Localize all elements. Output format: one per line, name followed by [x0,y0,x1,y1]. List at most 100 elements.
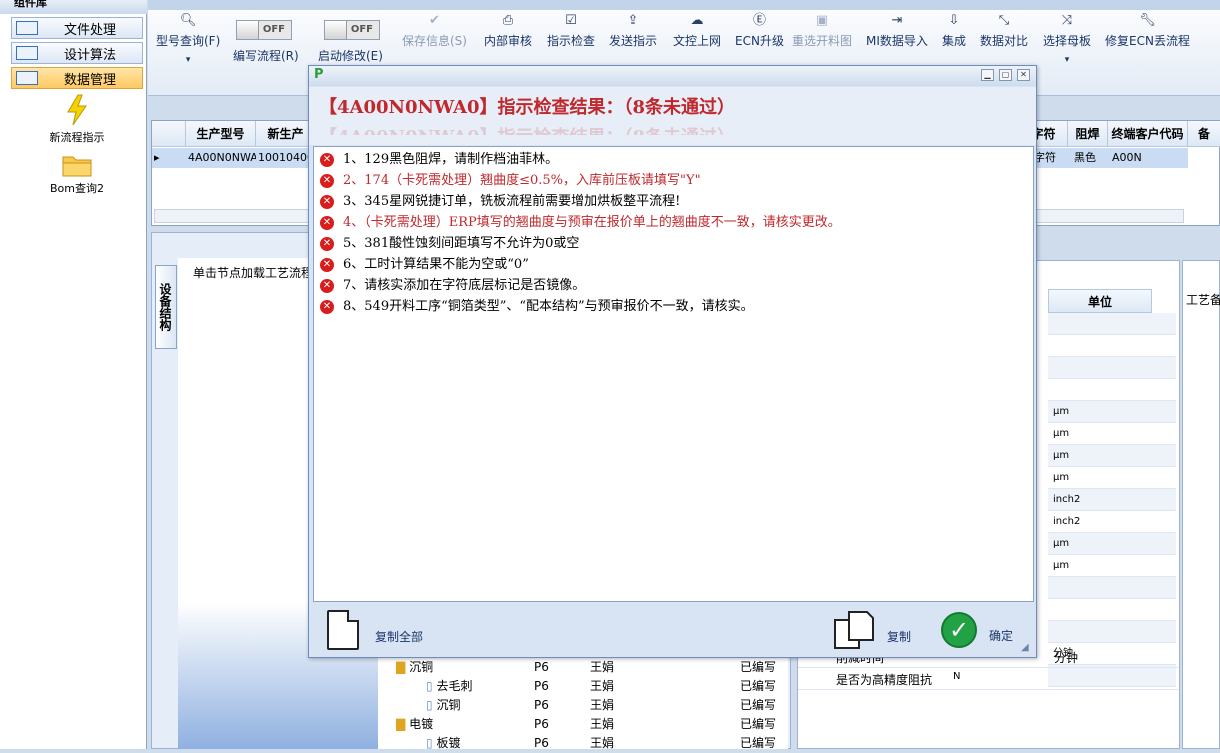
tree-person: 王娟 [590,736,615,750]
unit-cell [1048,335,1176,357]
message-list[interactable]: ✕ 1、129黑色阻焊，请制作档油菲林。 ✕ 2、174（卡死需处理）翘曲度≤0.5%… [313,146,1034,602]
upload-icon: ⇪ [627,13,639,28]
reselect-cutting-image-button[interactable]: ▣ 重选开料图 [792,10,852,49]
save-info-button[interactable]: ✔ 保存信息(S) [402,10,467,49]
message-item: ✕ 4、（卡死需处理）ERP填写的翘曲度与预审在报价单上的翘曲度不一致，请核实更改… [320,212,841,233]
unit-cell [1048,379,1176,401]
write-process-toggle[interactable]: OFF [236,20,292,40]
copy-icon [834,611,874,649]
unit-cell [1048,313,1176,335]
document-icon [327,610,359,650]
copy-all-button[interactable]: 复制全部 [327,610,423,650]
copy-button[interactable]: 复制 [833,610,911,650]
unit-cell: inch2 [1048,489,1176,511]
repair-ecn-process-button[interactable]: 🔧︎ 修复ECN丢流程 [1105,10,1190,49]
data-compare-button[interactable]: ⤡ 数据对比 [980,10,1028,49]
tree-node[interactable]: ▯ 沉铜 [426,696,460,715]
maximize-icon[interactable]: ▢ [999,69,1012,81]
grid-header[interactable]: 新生产 [256,121,316,147]
tree-node[interactable]: ▯ 去毛刺 [426,677,472,696]
unit-cell: μm [1048,423,1176,445]
search-icon: 🔍︎ [179,13,197,28]
doc-control-upload-button[interactable]: ☁ 文控上网 [673,10,721,49]
tree-person: 王娟 [590,717,615,731]
message-text: 2、174（卡死需处理）翘曲度≤0.5%，入库前压板请填写"Y" [343,173,701,188]
nav-item-file-processing[interactable]: 文件处理 [11,17,143,39]
mi-data-import-button[interactable]: ⇥ MI数据导入 [866,10,928,49]
tree-person: 王娟 [590,660,615,674]
folder-icon [62,156,92,177]
nav-item-design-algorithm[interactable]: 设计算法 [11,42,143,64]
download-icon: ⇩ [948,13,960,28]
tree-code: P6 [534,736,549,750]
shortcut-label: Bom查询2 [50,182,104,195]
tree-person: 王娟 [590,698,615,712]
document-icon: ▯ [426,679,433,693]
message-item: ✕ 6、工时计算结果不能为空或“0” [320,254,529,275]
app-logo-icon: P [314,67,324,82]
minimize-icon[interactable]: ▁ [981,69,994,81]
row-indicator-icon: ▸ [154,151,160,164]
nav-item-data-management[interactable]: 数据管理 [11,67,143,89]
grid-header[interactable]: 备 [1188,121,1220,147]
tree-node[interactable]: ▇ 电镀 [396,715,433,734]
grid-cell: 4A00N0NWA0 [188,151,256,164]
param-value: N [953,671,961,682]
unit-cell: μm [1048,401,1176,423]
tree-node[interactable]: ▇ 沉铜 [396,658,433,677]
grid-header[interactable]: 生产型号 [186,121,256,147]
check-result-dialog: P ▁ ▢ ✕ 【4A00N0NWA0】指示检查结果：（8条未通过） 【4A00… [308,65,1037,658]
error-icon: ✕ [320,257,334,272]
model-query-button[interactable]: 🔍︎ 型号查询(F) ▾ [156,10,220,65]
message-text: 5、381酸性蚀刻间距填写不允许为0或空 [343,236,580,251]
instruction-check-button[interactable]: ☑ 指示检查 [547,10,595,49]
process-notes-header: 工艺备 [1186,293,1220,307]
compare-icon: ⤡ [998,13,1010,28]
close-icon[interactable]: ✕ [1017,69,1030,81]
ecn-icon: Ⓔ [752,13,766,28]
integrate-button[interactable]: ⇩ 集成 [942,10,966,49]
resize-grip-icon[interactable]: ◢ [1021,642,1029,653]
dialog-header: 【4A00N0NWA0】指示检查结果：（8条未通过） 【4A00N0NWA0】指… [309,87,1036,145]
ecn-upgrade-button[interactable]: Ⓔ ECN升级 [735,10,784,49]
shortcut-bom-query[interactable]: Bom查询2 [30,153,124,196]
message-item: ✕ 5、381酸性蚀刻间距填写不允许为0或空 [320,233,579,254]
tab-equipment-structure[interactable]: 设备结构 [155,265,177,349]
shortcut-label: 新流程指示 [49,131,105,144]
write-process-label: 编写流程(R) [233,49,299,63]
message-text: 4、（卡死需处理）ERP填写的翘曲度与预审在报价单上的翘曲度不一致，请核实更改。 [343,215,841,230]
grid-cell: A00N [1112,151,1142,164]
error-icon: ✕ [320,236,334,251]
unit-cell: μm [1048,533,1176,555]
unit-cell: μm [1048,445,1176,467]
message-text: 1、129黑色阻焊，请制作档油菲林。 [343,152,559,167]
error-icon: ✕ [320,152,334,167]
left-nav-header: 组件库 [0,0,147,14]
unit-cell [1048,621,1176,643]
error-icon: ✕ [320,173,334,188]
tree-person: 王娟 [590,679,615,693]
ok-button[interactable]: ✓ 确定 [941,612,1013,648]
tree-status: 已编写 [740,660,777,674]
image-icon: ▣ [815,13,829,28]
grid-header[interactable]: 阻焊 [1068,121,1108,147]
select-motherboard-button[interactable]: ⤨ 选择母板 ▾ [1043,10,1091,65]
unit-column-header[interactable]: 单位 [1048,289,1152,313]
message-item: ✕ 1、129黑色阻焊，请制作档油菲林。 [320,149,558,170]
grid-cell: 字符 [1034,151,1056,164]
table-row[interactable]: 是否为高精度阻抗 N [798,668,1178,690]
check-icon: ✔ [429,13,440,28]
tree-code: P6 [534,698,549,712]
chevron-down-icon: ▾ [1064,55,1070,65]
process-notes-panel: 工艺备 [1182,260,1220,749]
dialog-titlebar[interactable]: P ▁ ▢ ✕ [309,66,1036,86]
document-icon: ▯ [426,698,433,712]
start-edit-toggle[interactable]: OFF [324,20,380,40]
grid-header[interactable]: 终端客户代码 [1108,121,1188,147]
send-instruction-button[interactable]: ⇪ 发送指示 [609,10,657,49]
folder-icon: ▇ [396,660,406,674]
shortcut-new-process[interactable]: 新流程指示 [30,94,124,145]
unit-cell: μm [1048,555,1176,577]
internal-review-button[interactable]: ⎙ 内部审核 [484,10,532,49]
tree-node[interactable]: ▯ 板镀 [426,734,460,753]
